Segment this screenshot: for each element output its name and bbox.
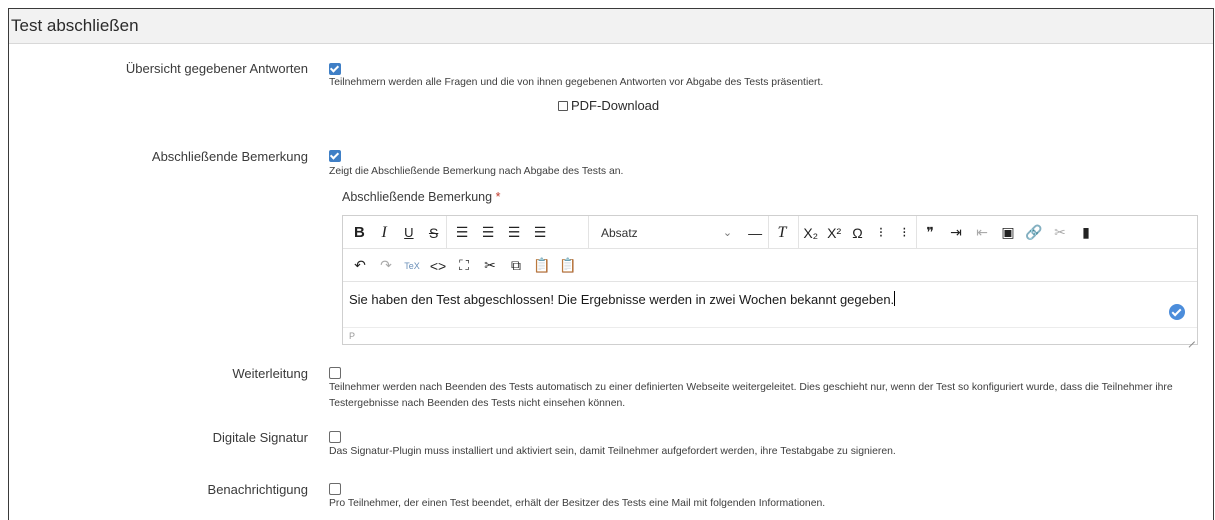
alignment-group: ☰ ☰ ☰ ☰ — [449, 216, 589, 249]
script-list-group: X₂ X² Ω ⁝ ⁝ — [799, 216, 917, 249]
final-remark-checkbox[interactable] — [329, 150, 341, 162]
cut-icon[interactable]: ✂ — [479, 255, 501, 277]
test-finish-panel: Test abschließen Übersicht gegebener Ant… — [8, 8, 1214, 520]
resize-handle-icon[interactable] — [1187, 334, 1195, 342]
overview-label: Übersicht gegebener Antworten — [125, 61, 308, 76]
italic-icon[interactable]: I — [374, 222, 395, 244]
check-badge-icon — [1169, 304, 1185, 320]
link-icon[interactable]: 🔗 — [1023, 222, 1045, 244]
align-center-icon[interactable]: ☰ — [477, 222, 499, 244]
block-group: ❞ ⇥ ⇤ ▣ 🔗 ✂ ▮ — [917, 216, 1122, 249]
overview-checkbox[interactable] — [329, 63, 341, 75]
copy-icon[interactable]: ⧉ — [505, 255, 527, 277]
align-left-icon[interactable]: ☰ — [451, 222, 473, 244]
format-select-value: Absatz — [601, 225, 638, 240]
bullet-list-icon[interactable]: ⁝ — [871, 222, 890, 244]
omega-icon[interactable]: Ω — [848, 222, 867, 244]
editor-content-area[interactable]: Sie haben den Test abgeschlossen! Die Er… — [343, 283, 1197, 328]
unlink-icon[interactable]: ✂ — [1049, 222, 1071, 244]
redirect-label: Weiterleitung — [232, 366, 308, 381]
chevron-down-icon: ⌄ — [722, 227, 733, 239]
text-style-group: B I U S — [347, 216, 447, 249]
align-right-icon[interactable]: ☰ — [503, 222, 525, 244]
redirect-checkbox[interactable] — [329, 367, 341, 379]
notification-checkbox[interactable] — [329, 483, 341, 495]
signature-label: Digitale Signatur — [212, 430, 308, 445]
indent-icon[interactable]: ⇥ — [945, 222, 967, 244]
editor-toolbar-row-2: ↶ ↷ TeX <> ⛶ ✂ ⧉ 📋 📋 — [343, 249, 1197, 282]
required-marker: * — [495, 190, 501, 204]
text-caret — [894, 291, 896, 306]
code-icon[interactable]: <> — [427, 255, 449, 277]
final-remark-label: Abschließende Bemerkung — [151, 149, 308, 164]
format-group: Absatz ⌄ — — [591, 216, 769, 249]
tex-icon[interactable]: TeX — [401, 255, 423, 277]
bookmark-icon[interactable]: ▮ — [1075, 222, 1097, 244]
clear-format-icon[interactable]: T — [771, 222, 793, 244]
undo-icon[interactable]: ↶ — [349, 255, 371, 277]
pdf-download-option[interactable]: PDF-Download — [558, 98, 659, 113]
fullscreen-icon[interactable]: ⛶ — [453, 255, 475, 277]
align-justify-icon[interactable]: ☰ — [529, 222, 551, 244]
editor-text: Sie haben den Test abgeschlossen! Die Er… — [349, 292, 895, 307]
redo-icon[interactable]: ↷ — [375, 255, 397, 277]
editor-element-path: P — [349, 331, 356, 341]
overview-help-text: Teilnehmern werden alle Fragen und die v… — [329, 77, 824, 88]
numbered-list-icon[interactable]: ⁝ — [895, 222, 914, 244]
notification-help-text: Pro Teilnehmer, der einen Test beendet, … — [329, 498, 826, 509]
image-icon[interactable]: ▣ — [997, 222, 1019, 244]
edit-group: ↶ ↷ TeX <> ⛶ ✂ ⧉ 📋 📋 — [347, 249, 617, 282]
subscript-icon[interactable]: X₂ — [801, 222, 820, 244]
final-remark-field-label: Abschließende Bemerkung * — [342, 190, 500, 204]
final-remark-help-text: Zeigt die Abschließende Bemerkung nach A… — [329, 166, 624, 177]
rich-text-editor: B I U S ☰ ☰ ☰ ☰ Absatz ⌄ — T X₂ X² Ω ⁝ ⁝… — [342, 215, 1198, 345]
signature-checkbox[interactable] — [329, 431, 341, 443]
editor-toolbar-row-1: B I U S ☰ ☰ ☰ ☰ Absatz ⌄ — T X₂ X² Ω ⁝ ⁝… — [343, 216, 1197, 249]
pdf-download-label: PDF-Download — [571, 98, 660, 113]
superscript-icon[interactable]: X² — [824, 222, 843, 244]
signature-help-text: Das Signatur-Plugin muss installiert und… — [329, 446, 896, 457]
underline-icon[interactable]: U — [399, 222, 420, 244]
horizontal-rule-icon[interactable]: — — [744, 222, 766, 244]
paste-icon[interactable]: 📋 — [531, 255, 553, 277]
outdent-icon[interactable]: ⇤ — [971, 222, 993, 244]
strikethrough-icon[interactable]: S — [423, 222, 444, 244]
bold-icon[interactable]: B — [349, 222, 370, 244]
clear-group: T — [769, 216, 799, 249]
pdf-download-checkbox[interactable] — [558, 100, 568, 111]
paste-text-icon[interactable]: 📋 — [557, 255, 579, 277]
editor-status-bar: P — [343, 327, 1197, 344]
blockquote-icon[interactable]: ❞ — [919, 222, 941, 244]
final-remark-field-label-text: Abschließende Bemerkung — [342, 190, 493, 204]
panel-title: Test abschließen — [9, 9, 1213, 44]
format-select[interactable]: Absatz ⌄ — [591, 226, 742, 240]
redirect-help-text: Teilnehmer werden nach Beenden des Tests… — [329, 382, 1173, 409]
notification-label: Benachrichtigung — [207, 482, 308, 497]
